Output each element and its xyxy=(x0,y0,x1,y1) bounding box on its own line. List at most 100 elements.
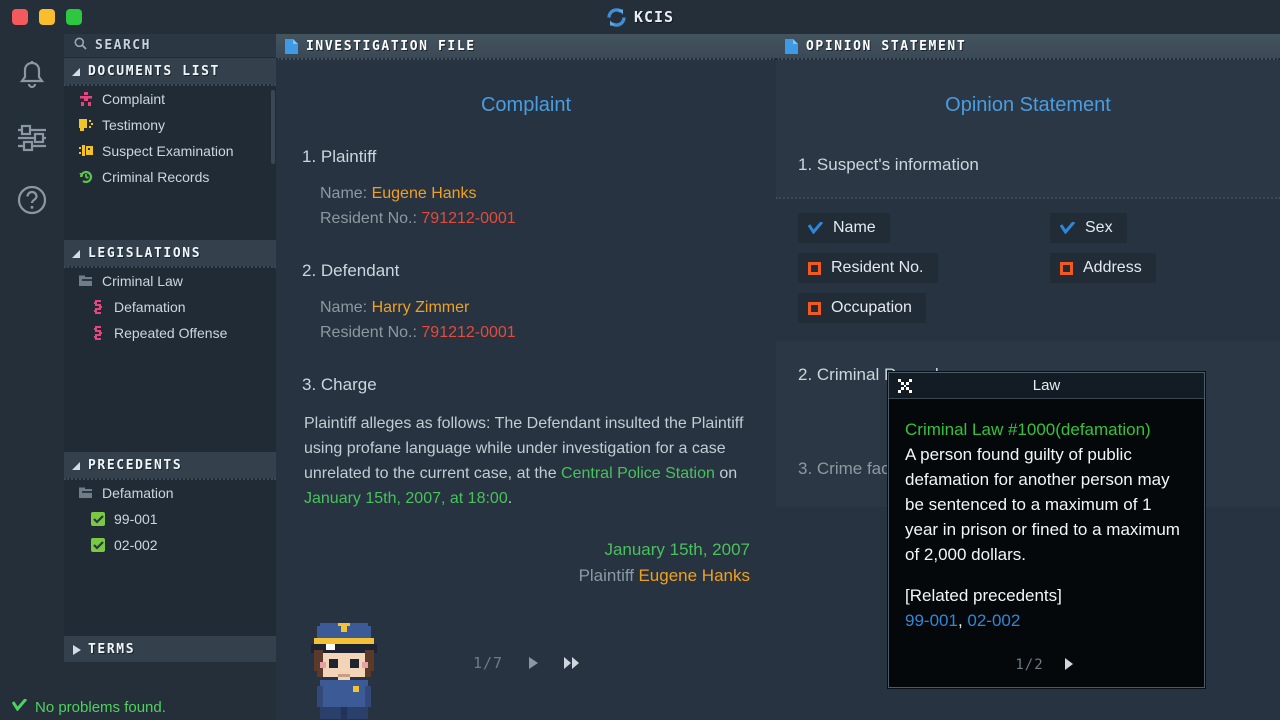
sidebar-item-criminal-law[interactable]: Criminal Law xyxy=(64,268,276,294)
speech-yellow-icon xyxy=(78,117,94,133)
check-green-icon xyxy=(12,698,27,716)
bell-icon[interactable] xyxy=(12,56,52,96)
officer-avatar xyxy=(305,616,383,720)
close-button[interactable] xyxy=(12,9,28,25)
status-message: No problems found. xyxy=(35,699,166,716)
sidebar-item-label: Complaint xyxy=(102,91,165,107)
sidebar-item-label: Criminal Records xyxy=(102,169,209,185)
sidebar-item-precedent-02-002[interactable]: 02-002 xyxy=(64,532,276,558)
search-label: SEARCH xyxy=(95,38,151,53)
document-icon xyxy=(285,39,298,54)
signature-block: January 15th, 2007 Plaintiff Eugene Hank… xyxy=(302,537,750,590)
next-page-button[interactable] xyxy=(525,655,541,671)
sidebar-item-complaint[interactable]: Complaint xyxy=(64,86,276,112)
sidebar-item-label: 99-001 xyxy=(114,511,158,527)
chip-name[interactable]: Name xyxy=(798,213,890,243)
documents-tree: Complaint Testimony xyxy=(64,84,276,240)
sidebar-item-criminal-records[interactable]: Criminal Records xyxy=(64,164,276,190)
folder-icon xyxy=(78,485,94,501)
precedent-link-99-001[interactable]: 99-001 xyxy=(905,611,958,630)
chip-address[interactable]: Address xyxy=(1050,253,1156,283)
related-precedents-links: 99-001, 02-002 xyxy=(905,608,1188,633)
field-row: Resident No.: 791212-0001 xyxy=(320,206,750,231)
charge-location: Central Police Station xyxy=(561,465,715,482)
chip-label: Sex xyxy=(1085,219,1113,237)
signature-name: Eugene Hanks xyxy=(638,566,750,585)
law-number: Criminal Law #1000(defamation) xyxy=(905,417,1188,442)
section-pink-icon xyxy=(90,299,106,315)
sidebar-item-testimony[interactable]: Testimony xyxy=(64,112,276,138)
sidebar-item-label: Suspect Examination xyxy=(102,143,234,159)
question-icon[interactable] xyxy=(12,180,52,220)
related-precedents-heading: [Related precedents] xyxy=(905,583,1188,608)
icon-rail xyxy=(0,34,64,720)
sidebar-item-label: 02-002 xyxy=(114,537,158,553)
precedent-link-02-002[interactable]: 02-002 xyxy=(967,611,1020,630)
opinion-header-block: Opinion Statement 1. Suspect's informati… xyxy=(776,60,1280,197)
legislations-tree: Criminal Law Defamation xyxy=(64,266,276,452)
sidebar-item-label: Testimony xyxy=(102,117,165,133)
last-page-button[interactable] xyxy=(563,655,579,671)
signature-role: Plaintiff xyxy=(579,566,634,585)
interrogation-yellow-icon xyxy=(78,143,94,159)
documents-scrollbar[interactable] xyxy=(271,90,275,164)
sidebar: SEARCH DOCUMENTS LIST Complaint xyxy=(64,34,276,694)
status-bar: No problems found. xyxy=(0,694,276,720)
chip-label: Resident No. xyxy=(831,259,924,277)
chip-occupation[interactable]: Occupation xyxy=(798,293,926,323)
field-row: Resident No.: 791212-0001 xyxy=(320,320,750,345)
section-heading-suspect-info: 1. Suspect's information xyxy=(798,117,1258,197)
chip-sex[interactable]: Sex xyxy=(1050,213,1127,243)
link-separator: , xyxy=(958,611,967,630)
field-key: Name: xyxy=(320,185,367,202)
sidebar-section-legislations[interactable]: LEGISLATIONS xyxy=(64,240,276,266)
chip-label: Address xyxy=(1083,259,1142,277)
sidebar-section-label: LEGISLATIONS xyxy=(88,246,201,261)
check-blue-icon xyxy=(808,222,823,234)
search-icon xyxy=(74,37,87,55)
charge-datetime: January 15th, 2007, at 18:00 xyxy=(304,490,508,507)
chevron-down-icon xyxy=(72,67,81,76)
close-x-icon[interactable] xyxy=(897,378,913,394)
document-title: Complaint xyxy=(302,94,750,117)
app-window: KCIS xyxy=(0,0,1280,720)
law-text: A person found guilty of public defamati… xyxy=(905,442,1188,567)
empty-box-icon xyxy=(808,302,821,315)
law-next-page-button[interactable] xyxy=(1062,657,1078,673)
chip-label: Occupation xyxy=(831,299,912,317)
suspect-info-chips: Name Sex Resident No. Address xyxy=(776,197,1280,341)
field-key: Name: xyxy=(320,299,367,316)
clock-green-icon xyxy=(78,169,94,185)
field-value-resident: 791212-0001 xyxy=(421,210,515,227)
sliders-icon[interactable] xyxy=(12,118,52,158)
chip-resident-no[interactable]: Resident No. xyxy=(798,253,938,283)
sidebar-item-suspect-examination[interactable]: Suspect Examination xyxy=(64,138,276,164)
sidebar-section-label: PRECEDENTS xyxy=(88,458,182,473)
sidebar-section-documents[interactable]: DOCUMENTS LIST xyxy=(64,58,276,84)
minimize-button[interactable] xyxy=(39,9,55,25)
charge-part: on xyxy=(715,465,737,482)
field-key: Resident No.: xyxy=(320,324,417,341)
field-row: Name: Harry Zimmer xyxy=(320,295,750,320)
opinion-statement-header: OPINION STATEMENT xyxy=(776,34,1280,60)
check-blue-icon xyxy=(1060,222,1075,234)
sidebar-item-defamation-law[interactable]: Defamation xyxy=(64,294,276,320)
precedents-tree: Defamation 99-001 02-002 xyxy=(64,478,276,636)
check-green-icon xyxy=(90,537,106,553)
law-popup-title: Law xyxy=(889,377,1204,394)
field-key: Resident No.: xyxy=(320,210,417,227)
charge-text: Plaintiff alleges as follows: The Defend… xyxy=(302,411,750,511)
sidebar-item-precedent-99-001[interactable]: 99-001 xyxy=(64,506,276,532)
section-heading-charge: 3. Charge xyxy=(302,375,750,395)
charge-part: . xyxy=(508,490,512,507)
sidebar-section-label: DOCUMENTS LIST xyxy=(88,64,220,79)
sidebar-item-label: Criminal Law xyxy=(102,273,183,289)
sidebar-item-repeated-offense[interactable]: Repeated Offense xyxy=(64,320,276,346)
app-brand: KCIS xyxy=(0,0,1280,34)
document-title: Opinion Statement xyxy=(798,60,1258,117)
sidebar-item-defamation-precedents[interactable]: Defamation xyxy=(64,480,276,506)
sidebar-section-terms[interactable]: TERMS xyxy=(64,636,276,662)
sidebar-section-precedents[interactable]: PRECEDENTS xyxy=(64,452,276,478)
maximize-button[interactable] xyxy=(66,9,82,25)
search-input[interactable]: SEARCH xyxy=(64,34,276,58)
